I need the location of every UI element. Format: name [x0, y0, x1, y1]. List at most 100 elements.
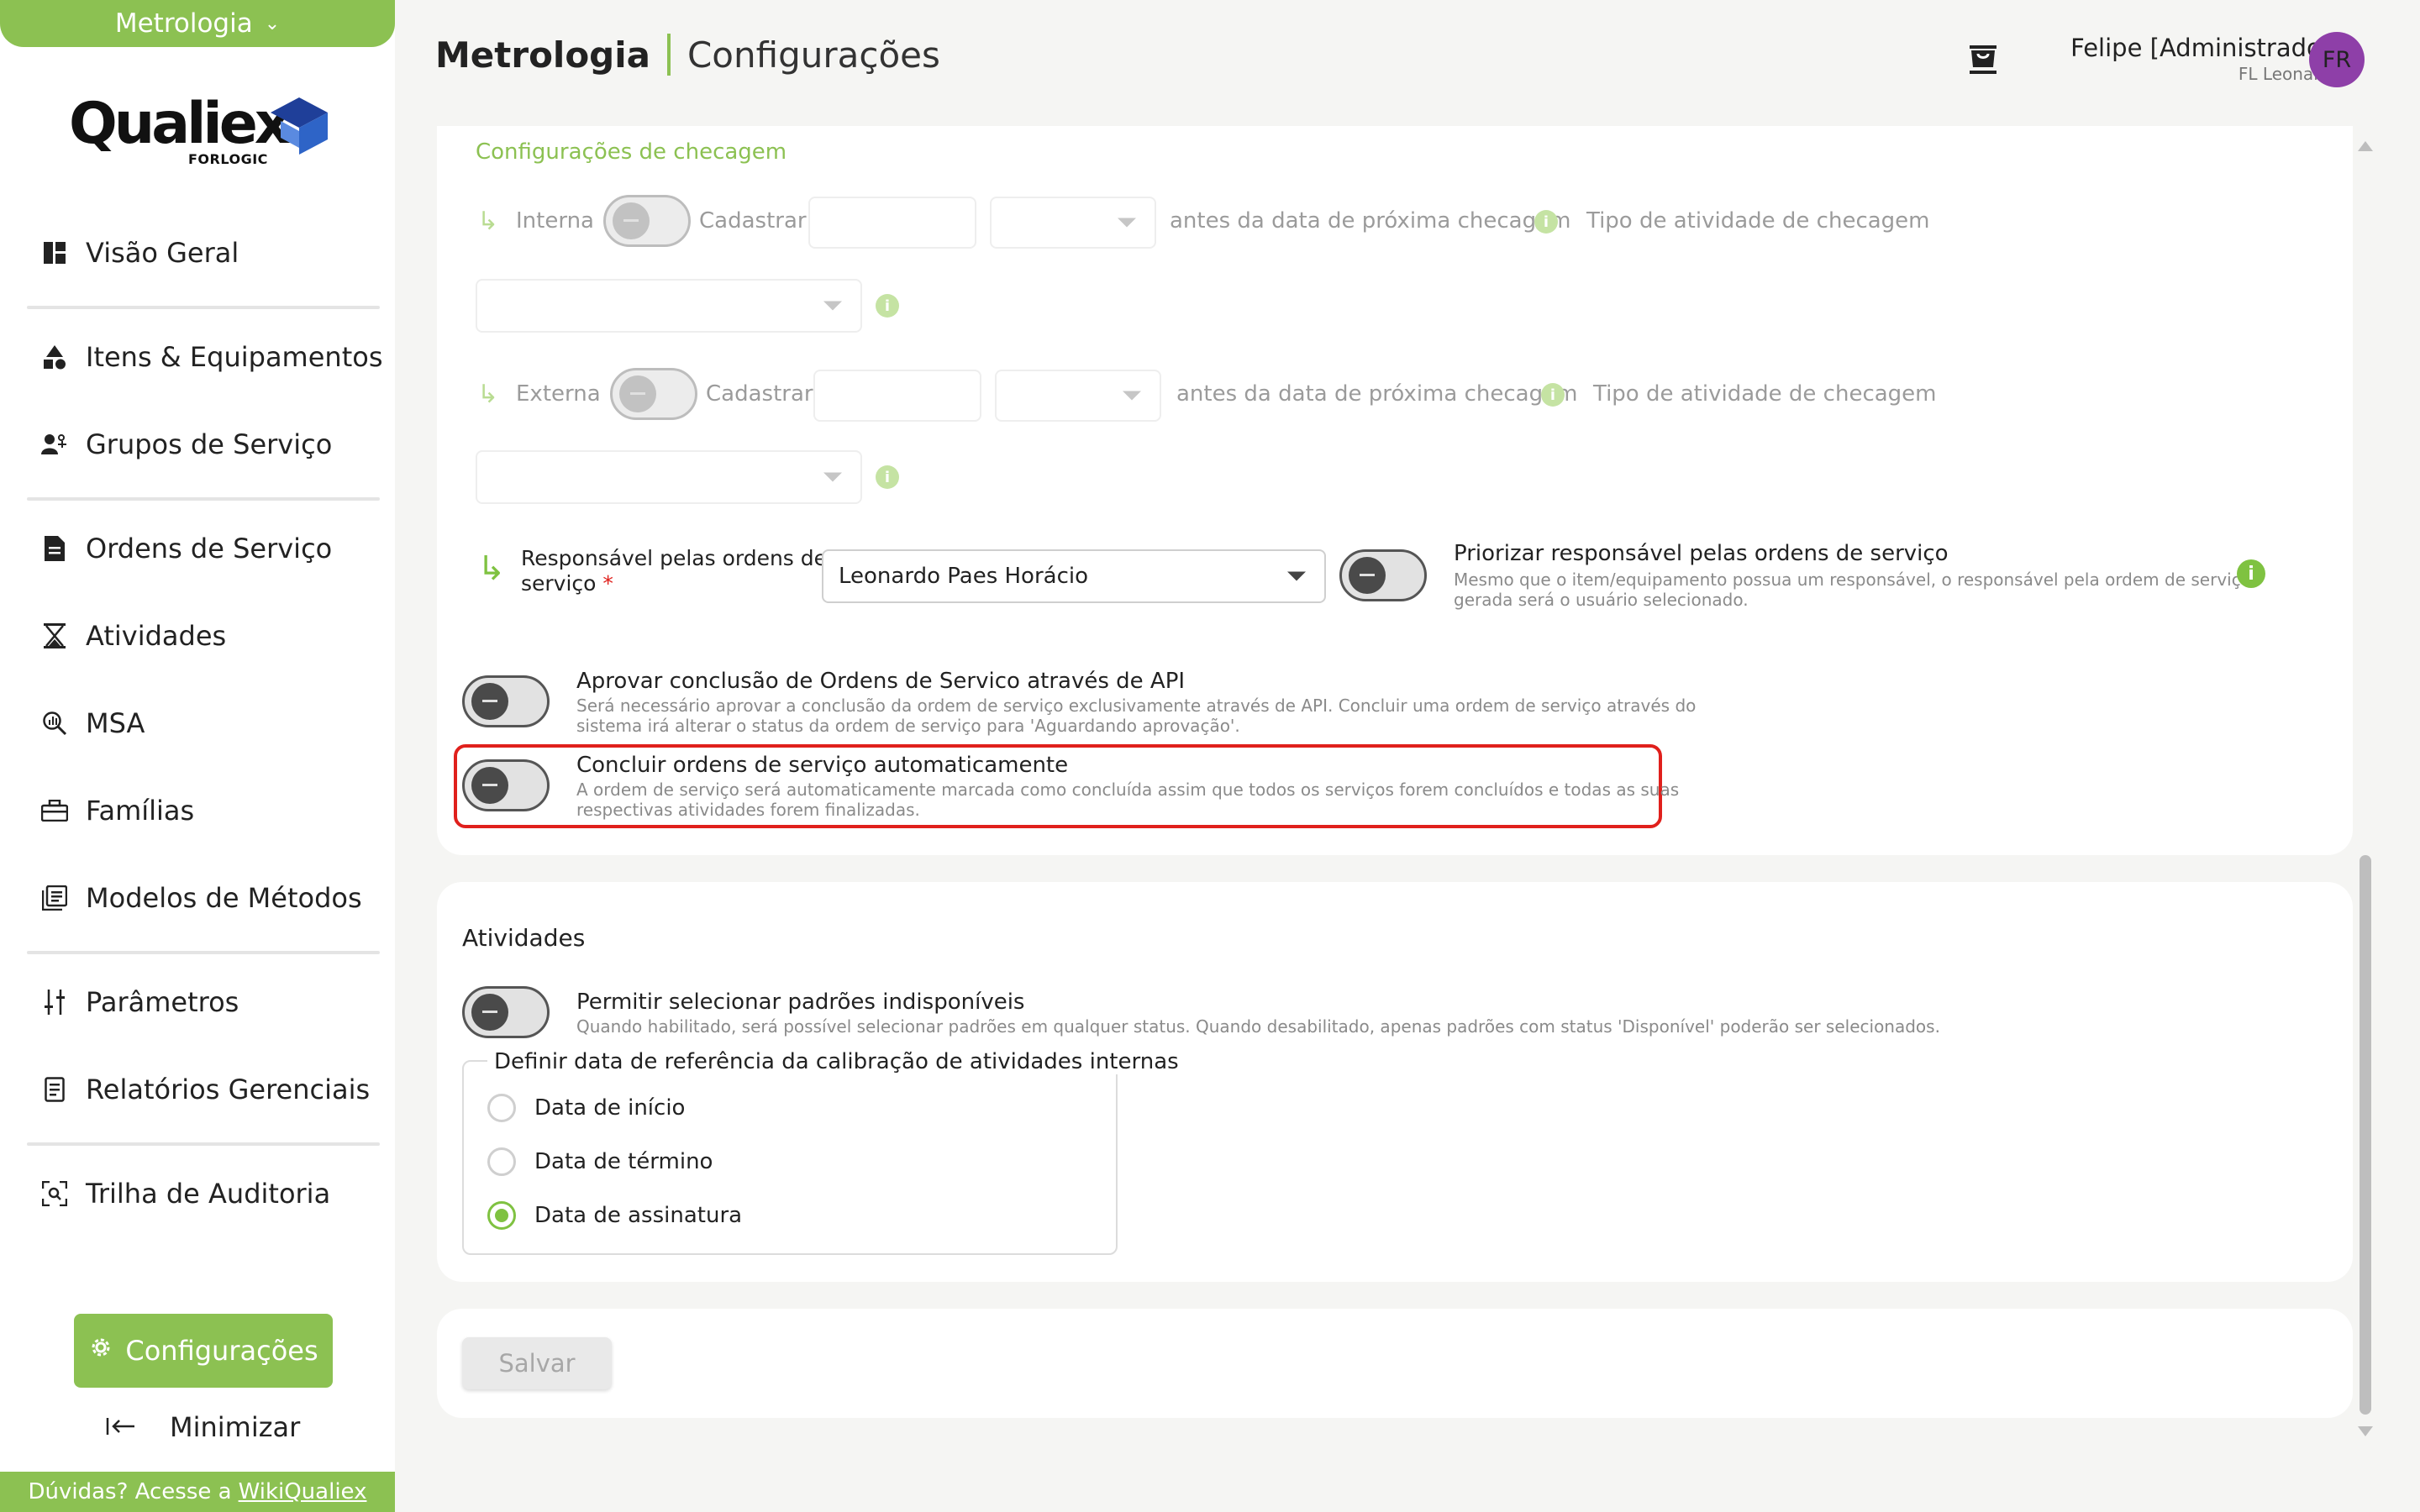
priorizar-description: Mesmo que o item/equipamento possua um r…: [1454, 570, 2251, 610]
sidebar-item-label: Grupos de Serviço: [86, 428, 333, 460]
concluir-automatico-title: Concluir ordens de serviço automaticamen…: [576, 753, 1069, 778]
scroll-down-arrow-icon[interactable]: [2358, 1426, 2373, 1436]
collapse-left-icon: [106, 1411, 136, 1443]
module-switcher[interactable]: Metrologia ⌄: [0, 0, 395, 47]
radio-data-termino[interactable]: [487, 1147, 516, 1176]
responsavel-label: Responsável pelas ordens de serviço *: [521, 546, 827, 596]
externa-toggle[interactable]: [610, 368, 697, 420]
configuracoes-label: Configurações: [125, 1335, 318, 1367]
checagem-section-title: Configurações de checagem: [476, 139, 787, 165]
interna-quantity-input[interactable]: [808, 197, 976, 249]
logo-mark-icon: [271, 97, 328, 155]
info-icon[interactable]: i: [1534, 210, 1558, 234]
chevron-down-icon: [1118, 218, 1136, 228]
interna-toggle[interactable]: [603, 195, 691, 247]
save-button[interactable]: Salvar: [462, 1337, 612, 1389]
required-mark: *: [602, 571, 613, 596]
library-icon: [40, 884, 69, 912]
permitir-padroes-toggle[interactable]: [462, 986, 550, 1038]
shapes-icon: [40, 343, 69, 371]
radio-data-assinatura[interactable]: [487, 1201, 516, 1230]
info-icon[interactable]: i: [2237, 559, 2265, 588]
externa-tipo-atividade-select[interactable]: [476, 450, 862, 504]
concluir-automatico-toggle[interactable]: [462, 759, 550, 811]
minimize-label: Minimizar: [170, 1411, 301, 1443]
radio-label: Data de início: [534, 1095, 686, 1121]
sidebar-item-label: Modelos de Métodos: [86, 882, 362, 914]
tipo-atividade-label: Tipo de atividade de checagem: [1586, 208, 1930, 234]
info-icon[interactable]: i: [1541, 383, 1565, 407]
sidebar-item-msa[interactable]: MSA: [40, 707, 145, 739]
sidebar-item-visao-geral[interactable]: Visão Geral: [40, 237, 239, 269]
user-group-icon: [40, 430, 69, 459]
page-title: Metrologia Configurações: [435, 34, 940, 76]
avatar[interactable]: FR: [2309, 32, 2365, 87]
radio-label: Data de término: [534, 1149, 713, 1174]
report-icon: [40, 1075, 69, 1104]
cadastrar-label: Cadastrar: [699, 208, 807, 234]
sidebar-item-atividades[interactable]: Atividades: [40, 620, 226, 652]
help-bar: Dúvidas? Acesse a WikiQualiex: [0, 1472, 395, 1512]
sub-arrow-icon: ↳: [477, 549, 506, 588]
aprovar-desc-line1: Será necessário aprovar a conclusão da o…: [576, 696, 1697, 716]
sidebar-item-label: Famílias: [86, 795, 195, 827]
antes-label: antes da data de próxima checagem: [1170, 208, 1571, 234]
page-name: Configurações: [687, 34, 940, 76]
toggle-knob: [619, 375, 656, 412]
interna-period-select[interactable]: [990, 197, 1156, 249]
hourglass-icon: [40, 622, 69, 650]
scroll-up-arrow-icon[interactable]: [2358, 141, 2373, 151]
concluir-desc-line1: A ordem de serviço será automaticamente …: [576, 780, 1680, 800]
sidebar-item-label: Parâmetros: [86, 986, 239, 1018]
tipo-atividade-label: Tipo de atividade de checagem: [1593, 381, 1937, 407]
user-info[interactable]: Felipe [Administrador] FL Leonardo: [2070, 34, 2341, 84]
priorizar-desc-line2: gerada será o usuário selecionado.: [1454, 590, 1749, 610]
sub-arrow-icon: ↳: [477, 207, 499, 236]
aprovar-api-description: Será necessário aprovar a conclusão da o…: [576, 696, 1696, 736]
cadastrar-label: Cadastrar: [706, 381, 813, 407]
chevron-down-icon: [823, 301, 842, 311]
actions-card: [437, 1309, 2353, 1418]
responsavel-select[interactable]: Leonardo Paes Horácio: [822, 549, 1326, 603]
document-icon: [40, 534, 69, 563]
minimize-button[interactable]: Minimizar: [106, 1411, 300, 1443]
sidebar-item-trilha-auditoria[interactable]: Trilha de Auditoria: [40, 1178, 330, 1210]
toggle-knob: [471, 767, 508, 804]
scrollbar-thumb[interactable]: [2360, 855, 2371, 1415]
radio-data-inicio[interactable]: [487, 1094, 516, 1122]
aprovar-api-toggle[interactable]: [462, 675, 550, 727]
module-label: Metrologia: [114, 8, 253, 39]
sidebar-divider: [27, 951, 380, 954]
sub-arrow-icon: ↳: [477, 380, 499, 409]
help-text: Dúvidas? Acesse a: [28, 1479, 232, 1504]
concluir-desc-line2: respectivas atividades forem finalizadas…: [576, 800, 920, 820]
configuracoes-button[interactable]: Configurações: [74, 1314, 333, 1388]
externa-quantity-input[interactable]: [813, 370, 981, 422]
sidebar-item-parametros[interactable]: Parâmetros: [40, 986, 239, 1018]
magnifier-chart-icon: [40, 709, 69, 738]
sidebar-divider: [27, 306, 380, 309]
sidebar-item-relatorios[interactable]: Relatórios Gerenciais: [40, 1074, 370, 1105]
referencia-calibracao-legend: Definir data de referência da calibração…: [487, 1049, 1186, 1074]
sidebar-item-familias[interactable]: Famílias: [40, 795, 194, 827]
sidebar-divider: [27, 497, 380, 501]
sidebar-item-grupos-servico[interactable]: Grupos de Serviço: [40, 428, 332, 460]
info-icon[interactable]: i: [876, 465, 899, 489]
sidebar-item-itens-equipamentos[interactable]: Itens & Equipamentos: [40, 341, 382, 373]
responsavel-label-line1: Responsável pelas ordens de: [521, 546, 828, 570]
responsavel-value: Leonardo Paes Horácio: [839, 564, 1089, 589]
interna-tipo-atividade-select[interactable]: [476, 279, 862, 333]
coffee-cup-icon[interactable]: [1966, 40, 2000, 79]
atividades-section-title: Atividades: [462, 924, 586, 952]
externa-period-select[interactable]: [995, 370, 1161, 422]
sidebar-item-label: Visão Geral: [86, 237, 239, 269]
interna-label: Interna: [516, 208, 594, 234]
sidebar-item-modelos-metodos[interactable]: Modelos de Métodos: [40, 882, 362, 914]
priorizar-toggle[interactable]: [1339, 549, 1427, 601]
info-icon[interactable]: i: [876, 294, 899, 318]
responsavel-label-line2: serviço *: [521, 571, 827, 596]
responsavel-label-text: serviço: [521, 571, 597, 596]
sidebar-item-label: Ordens de Serviço: [86, 533, 333, 564]
wiki-link[interactable]: WikiQualiex: [239, 1479, 367, 1504]
sidebar-item-ordens-servico[interactable]: Ordens de Serviço: [40, 533, 332, 564]
